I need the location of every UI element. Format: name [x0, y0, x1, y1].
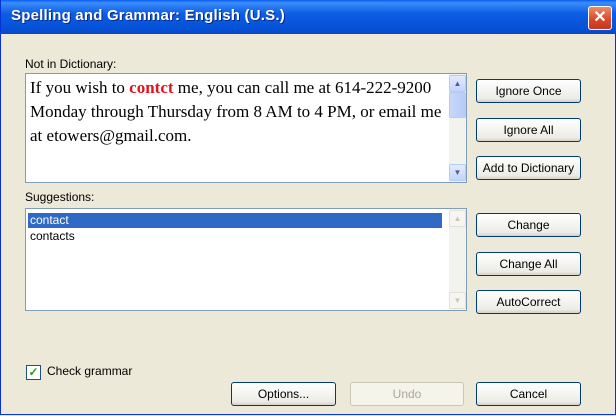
- options-button[interactable]: Options...: [231, 382, 336, 406]
- suggestion-item[interactable]: contacts: [28, 229, 442, 244]
- autocorrect-button[interactable]: AutoCorrect: [476, 290, 581, 314]
- not-in-dictionary-label: Not in Dictionary:: [25, 57, 117, 71]
- change-button[interactable]: Change: [476, 213, 581, 237]
- window-title: Spelling and Grammar: English (U.S.): [11, 7, 285, 24]
- suggestions-scrollbar[interactable]: ▲ ▼: [449, 209, 466, 310]
- scroll-down-icon[interactable]: ▼: [449, 164, 466, 181]
- suggestions-label: Suggestions:: [25, 190, 95, 204]
- check-grammar-label[interactable]: Check grammar: [47, 364, 132, 378]
- suggestion-item[interactable]: contact: [28, 213, 442, 228]
- sentence-text: If you wish to contct me, you can call m…: [30, 76, 442, 148]
- ignore-once-button[interactable]: Ignore Once: [476, 79, 581, 103]
- textbox-scrollbar[interactable]: ▲ ▼: [449, 74, 466, 182]
- scroll-thumb[interactable]: [449, 92, 466, 118]
- scroll-up-icon[interactable]: ▲: [449, 75, 466, 92]
- add-to-dictionary-button[interactable]: Add to Dictionary: [476, 156, 581, 180]
- misspelled-word[interactable]: contct: [129, 78, 173, 97]
- close-icon: ✕: [593, 9, 607, 26]
- undo-button[interactable]: Undo: [350, 382, 464, 406]
- title-bar[interactable]: Spelling and Grammar: English (U.S.) ✕: [1, 0, 616, 34]
- check-mark-icon: ✓: [28, 365, 39, 379]
- scroll-up-icon[interactable]: ▲: [449, 210, 466, 227]
- scroll-down-icon[interactable]: ▼: [449, 292, 466, 309]
- sentence-before: If you wish to: [30, 78, 130, 97]
- suggestions-list[interactable]: contact contacts ▲ ▼: [25, 208, 467, 311]
- not-in-dictionary-textbox[interactable]: If you wish to contct me, you can call m…: [25, 73, 467, 183]
- spelling-dialog: Spelling and Grammar: English (U.S.) ✕ N…: [0, 0, 616, 415]
- cancel-button[interactable]: Cancel: [476, 382, 581, 406]
- close-button[interactable]: ✕: [588, 6, 612, 30]
- check-grammar-checkbox[interactable]: ✓: [26, 365, 41, 380]
- change-all-button[interactable]: Change All: [476, 252, 581, 276]
- ignore-all-button[interactable]: Ignore All: [476, 118, 581, 142]
